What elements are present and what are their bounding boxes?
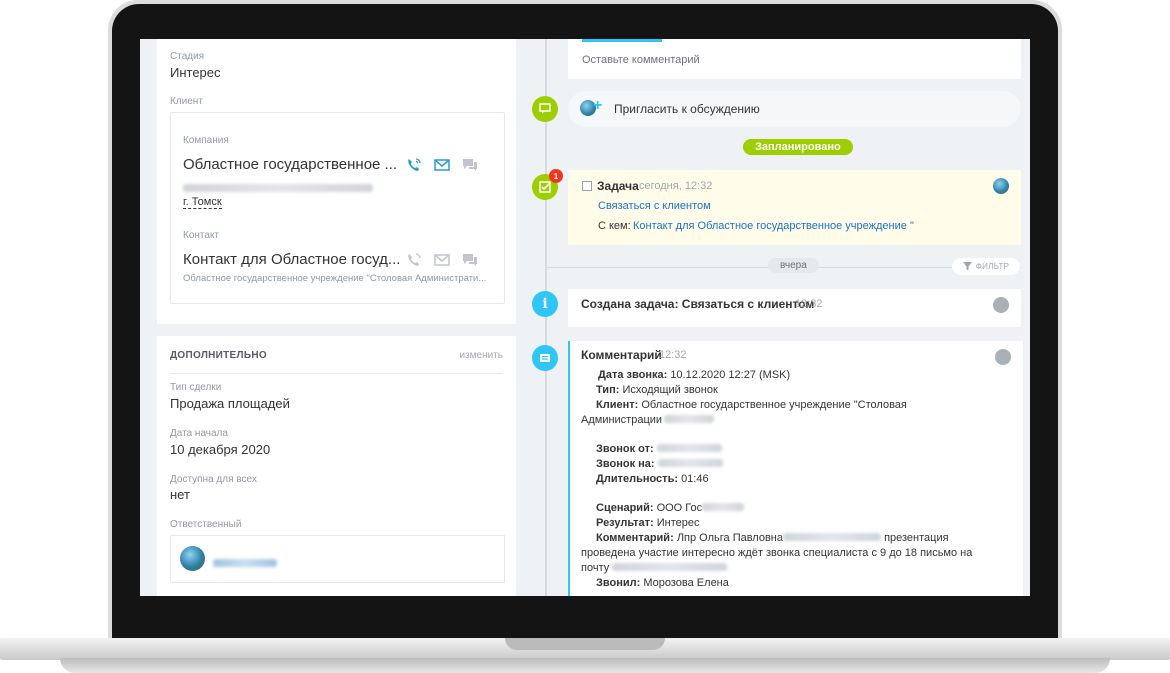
- contact-org: Областное государственное учреждение "Ст…: [183, 273, 487, 284]
- contact-phone-icon[interactable]: [405, 251, 423, 269]
- company-label: Компания: [183, 135, 229, 146]
- divider: [170, 373, 503, 374]
- edit-link[interactable]: изменить: [459, 350, 503, 361]
- plus-icon[interactable]: +: [593, 97, 602, 115]
- comment-line: Комментарий: Лпр Ольга Павловна презента…: [596, 532, 949, 544]
- comment-line: Администрации: [581, 414, 715, 426]
- task-time: сегодня, 12:32: [639, 180, 713, 192]
- company-city[interactable]: г. Томск: [183, 196, 222, 209]
- company-phone-blurred: [183, 179, 373, 197]
- stage-label: Стадия: [170, 51, 205, 62]
- responsible-label: Ответственный: [170, 519, 242, 530]
- available-value[interactable]: нет: [170, 487, 190, 502]
- task-avatar[interactable]: [993, 178, 1009, 194]
- contact-chat-icon[interactable]: [461, 251, 479, 269]
- company-name[interactable]: Областное государственное ...: [183, 156, 397, 173]
- contact-mail-icon[interactable]: [433, 251, 451, 269]
- created-task-title: Создана задача: Связаться с клиентом: [581, 297, 815, 311]
- phone-icon[interactable]: [405, 156, 423, 174]
- task-with-label: С кем:: [598, 220, 631, 232]
- crm-screen: Стадия Интерес Клиент Компания Областное…: [140, 39, 1030, 596]
- yesterday-badge: вчера: [768, 258, 819, 273]
- deal-type-label: Тип сделки: [170, 382, 222, 393]
- responsible-avatar[interactable]: [180, 546, 205, 571]
- mail-icon[interactable]: [433, 156, 451, 174]
- comment-line: Дата звонка: 10.12.2020 12:27 (MSK): [598, 369, 791, 381]
- laptop-base-bottom: [60, 658, 1110, 673]
- chat-bubble-icon: [532, 96, 558, 122]
- comment-line: Звонок от:: [596, 443, 722, 455]
- task-card: Задача сегодня, 12:32 Связаться с клиент…: [568, 170, 1021, 245]
- filter-icon: [962, 262, 972, 271]
- comment-icon: [532, 345, 558, 371]
- responsible-name-blurred[interactable]: [213, 554, 277, 572]
- client-label: Клиент: [170, 96, 203, 107]
- comment-placeholder[interactable]: Оставьте комментарий: [582, 54, 700, 66]
- active-tab-indicator: [582, 39, 662, 42]
- deal-main-card: Стадия Интерес Клиент Компания Областное…: [157, 39, 516, 324]
- stage-value[interactable]: Интерес: [170, 65, 221, 80]
- task-counter-badge: 1: [549, 169, 563, 183]
- user-avatar-icon[interactable]: [993, 297, 1009, 313]
- comment-line: Длительность: 01:46: [596, 473, 709, 485]
- start-date-label: Дата начала: [170, 428, 228, 439]
- additional-title: ДОПОЛНИТЕЛЬНО: [170, 350, 267, 361]
- timeline-line: [545, 39, 547, 596]
- task-title: Задача: [597, 179, 639, 193]
- chat-icon[interactable]: [461, 156, 479, 174]
- info-icon: i: [532, 291, 558, 317]
- comment-line: Тип: Исходящий звонок: [596, 384, 718, 396]
- deal-details-column: Стадия Интерес Клиент Компания Областное…: [157, 39, 516, 596]
- created-task-card: Создана задача: Связаться с клиентом 12:…: [568, 289, 1021, 327]
- filter-label: ФИЛЬТР: [975, 262, 1010, 271]
- comment-line: Звонок на:: [596, 458, 723, 470]
- planned-badge: Запланировано: [743, 139, 853, 155]
- available-label: Доступна для всех: [170, 474, 257, 485]
- invite-row[interactable]: + Пригласить к обсуждению: [568, 91, 1021, 127]
- filter-button[interactable]: ФИЛЬТР: [952, 258, 1020, 275]
- invite-label[interactable]: Пригласить к обсуждению: [614, 102, 760, 116]
- task-with-value[interactable]: Контакт для Областное государственное уч…: [633, 220, 914, 232]
- comment-user-avatar-icon[interactable]: [995, 349, 1011, 365]
- comment-line: Результат: Интерес: [596, 517, 700, 529]
- comment-line: Сценарий: ООО Гос: [596, 502, 745, 514]
- client-box: Компания Областное государственное ... г…: [170, 112, 505, 304]
- comment-card: Комментарий 12:32 Дата звонка: 10.12.202…: [568, 341, 1023, 596]
- comment-editor[interactable]: Оставьте комментарий: [568, 39, 1021, 79]
- comment-line: почту: [581, 562, 728, 574]
- comment-line: проведена участие интересно ждёт звонка …: [581, 547, 973, 559]
- deal-type-value[interactable]: Продажа площадей: [170, 396, 290, 411]
- task-link[interactable]: Связаться с клиентом: [598, 200, 711, 212]
- comment-title: Комментарий: [581, 348, 662, 362]
- comment-line: Клиент: Областное государственное учрежд…: [596, 399, 907, 411]
- start-date-value[interactable]: 10 декабря 2020: [170, 442, 270, 457]
- task-checkbox[interactable]: [582, 181, 592, 191]
- additional-card: ДОПОЛНИТЕЛЬНО изменить Тип сделки Продаж…: [157, 336, 516, 596]
- contact-label: Контакт: [183, 230, 220, 241]
- laptop-notch: [505, 638, 665, 650]
- created-task-time: 12:32: [795, 298, 823, 310]
- comment-time: 12:32: [659, 349, 687, 361]
- contact-name[interactable]: Контакт для Областное госуд...: [183, 251, 400, 268]
- comment-line: Звонил: Морозова Елена: [596, 577, 729, 589]
- responsible-box[interactable]: [170, 535, 505, 583]
